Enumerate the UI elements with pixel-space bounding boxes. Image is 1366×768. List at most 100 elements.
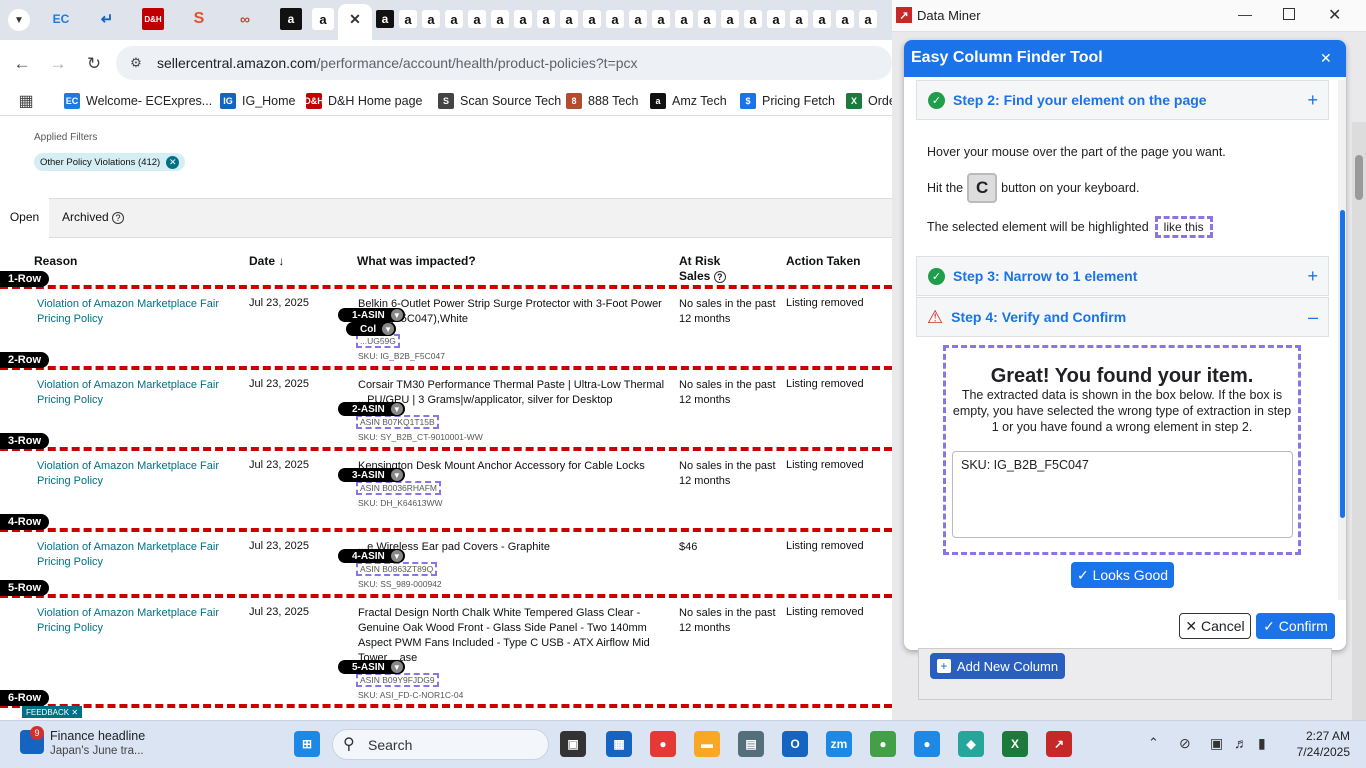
zoom-icon[interactable]: zm — [826, 731, 852, 757]
volume-icon[interactable]: ♬ — [1234, 735, 1248, 751]
bookmark-item[interactable]: X Orde — [846, 91, 896, 111]
add-new-column-button[interactable]: + Add New Column — [930, 653, 1065, 679]
violation-reason-link[interactable]: Violation of Amazon Marketplace Fair Pri… — [37, 378, 237, 408]
task-view-icon[interactable]: ▣ — [560, 731, 586, 757]
tab-amazon-icon[interactable]: a — [629, 10, 647, 28]
tab-amazon-icon[interactable]: a — [652, 10, 670, 28]
tag-dropdown-icon[interactable]: ▼ — [390, 661, 403, 673]
window-scrollbar-thumb[interactable] — [1355, 155, 1363, 200]
close-tab-icon[interactable]: ✕ — [344, 8, 366, 30]
column-date[interactable]: Date ↓ — [249, 254, 284, 268]
expand-plus-icon[interactable]: + — [1307, 266, 1318, 287]
news-subtitle[interactable]: Japan's June tra... — [50, 745, 144, 757]
file-explorer-icon[interactable]: ▬ — [694, 731, 720, 757]
looks-good-button[interactable]: ✓ Looks Good — [1071, 562, 1174, 588]
tab-amazon-icon[interactable]: a — [836, 10, 854, 28]
tab-amazon-icon[interactable]: a — [312, 8, 334, 30]
tab-amazon-icon[interactable]: a — [790, 10, 808, 28]
tab-amazon-icon[interactable]: a — [468, 10, 486, 28]
violation-reason-link[interactable]: Violation of Amazon Marketplace Fair Pri… — [37, 606, 237, 636]
tab-open[interactable]: Open — [0, 198, 49, 238]
chrome-profile-icon[interactable]: ● — [914, 731, 940, 757]
tab-amazon-icon[interactable]: a — [399, 10, 417, 28]
bookmark-item[interactable]: $ Pricing Fetch — [740, 91, 835, 111]
tab-amazon-icon[interactable]: a — [376, 10, 394, 28]
asin-link[interactable]: ASIN B07KQ1T15B — [356, 415, 439, 429]
tab-amazon-icon[interactable]: a — [606, 10, 624, 28]
feedback-button[interactable]: FEEDBACK ✕ — [22, 706, 83, 718]
tab-ig-icon[interactable]: ↵ — [96, 8, 118, 30]
bookmark-item[interactable]: a Amz Tech — [650, 91, 727, 111]
asin-link[interactable]: ASIN B0863ZT89Q — [356, 562, 438, 576]
violation-reason-link[interactable]: Violation of Amazon Marketplace Fair Pri… — [37, 459, 237, 489]
tab-amazon-icon[interactable]: a — [422, 10, 440, 28]
expand-plus-icon[interactable]: + — [1307, 90, 1318, 111]
tab-search-chevron-down-icon[interactable]: ▼ — [8, 9, 30, 31]
store-icon[interactable]: ▦ — [606, 731, 632, 757]
tag-dropdown-icon[interactable]: ▼ — [390, 469, 403, 481]
tab-amazon-icon[interactable]: a — [813, 10, 831, 28]
tab-888-icon[interactable]: ∞ — [234, 8, 256, 30]
windows-start-icon[interactable]: ⊞ — [294, 731, 320, 757]
tab-ecexpress-icon[interactable]: EC — [50, 8, 72, 30]
tab-dh-icon[interactable]: D&H — [142, 8, 164, 30]
panel-close-icon[interactable]: ✕ — [1320, 50, 1332, 67]
cancel-button[interactable]: ✕ Cancel — [1179, 613, 1251, 639]
window-scrollbar[interactable] — [1352, 122, 1366, 720]
remove-filter-icon[interactable]: ✕ — [166, 155, 180, 169]
tab-amazon-icon[interactable]: a — [698, 10, 716, 28]
site-info-icon[interactable]: ⚙ — [124, 51, 148, 75]
bookmark-item[interactable]: IG IG_Home — [220, 91, 296, 111]
tab-amazon-icon[interactable]: a — [721, 10, 739, 28]
chrome-profile-icon[interactable]: ● — [870, 731, 896, 757]
calculator-icon[interactable]: ▤ — [738, 731, 764, 757]
data-miner-icon[interactable]: ↗ — [1046, 731, 1072, 757]
tab-amazon-icon[interactable]: a — [491, 10, 509, 28]
product-title[interactable]: Fractal Design North Chalk White Tempere… — [358, 606, 668, 666]
tab-amazon-icon[interactable]: a — [514, 10, 532, 28]
minimize-icon[interactable]: — — [1238, 6, 1252, 22]
tag-dropdown-icon[interactable]: ▼ — [390, 309, 403, 321]
tab-amazon-icon[interactable]: a — [675, 10, 693, 28]
tab-amazon-icon[interactable]: a — [445, 10, 463, 28]
tray-chevron-icon[interactable]: ⌃ — [1148, 735, 1159, 751]
news-title[interactable]: Finance headline — [50, 729, 145, 743]
apps-grid-icon[interactable]: ▦ — [14, 89, 38, 113]
back-arrow-icon[interactable]: ← — [10, 52, 34, 76]
asin-link[interactable]: ...UG59G — [356, 334, 400, 348]
step-4-header[interactable]: ⚠ Step 4: Verify and Confirm – — [916, 297, 1329, 337]
violation-reason-link[interactable]: Violation of Amazon Marketplace Fair Pri… — [37, 540, 237, 570]
reload-icon[interactable]: ↻ — [82, 52, 106, 76]
tab-amazon-icon[interactable]: a — [859, 10, 877, 28]
clock-time[interactable]: 2:27 AM — [1290, 729, 1350, 743]
tag-dropdown-icon[interactable]: ▼ — [382, 323, 395, 335]
bookmark-item[interactable]: D&H D&H Home page — [304, 91, 423, 111]
chrome-icon[interactable]: ● — [650, 731, 676, 757]
step-2-header[interactable]: ✓ Step 2: Find your element on the page + — [916, 80, 1329, 120]
bookmark-item[interactable]: S Scan Source Tech — [438, 91, 561, 111]
violation-reason-link[interactable]: Violation of Amazon Marketplace Fair Pri… — [37, 297, 237, 327]
tag-dropdown-icon[interactable]: ▼ — [390, 403, 403, 415]
clock-date[interactable]: 7/24/2025 — [1280, 745, 1350, 759]
product-title[interactable]: Corsair TM30 Performance Thermal Paste |… — [358, 378, 668, 408]
collapse-minus-icon[interactable]: – — [1308, 307, 1318, 328]
bookmark-item[interactable]: 8 888 Tech — [566, 91, 639, 111]
asin-link[interactable]: ASIN B09Y9FJDG9 — [356, 673, 439, 687]
display-icon[interactable]: ▣ — [1210, 735, 1223, 752]
bookmark-item[interactable]: EC Welcome- ECExpres... — [64, 91, 212, 111]
taskbar-search-box[interactable] — [332, 729, 549, 760]
app-diamond-icon[interactable]: ◆ — [958, 731, 984, 757]
window-close-icon[interactable]: ✕ — [1328, 5, 1341, 25]
tab-amazon-icon[interactable]: a — [767, 10, 785, 28]
tab-amazon-icon[interactable]: a — [537, 10, 555, 28]
forward-arrow-icon[interactable]: → — [46, 52, 70, 76]
extracted-data-textarea[interactable]: SKU: IG_B2B_F5C047 — [952, 451, 1293, 538]
tab-amazon-icon[interactable]: a — [560, 10, 578, 28]
tab-scan-icon[interactable]: S — [188, 8, 210, 30]
filter-chip[interactable]: Other Policy Violations (412) ✕ — [34, 153, 186, 171]
excel-icon[interactable]: X — [1002, 731, 1028, 757]
maximize-icon[interactable] — [1283, 8, 1295, 20]
confirm-button[interactable]: ✓ Confirm — [1256, 613, 1335, 639]
tag-dropdown-icon[interactable]: ▼ — [390, 550, 403, 562]
asin-link[interactable]: ASIN B0036RHAFM — [356, 481, 441, 495]
